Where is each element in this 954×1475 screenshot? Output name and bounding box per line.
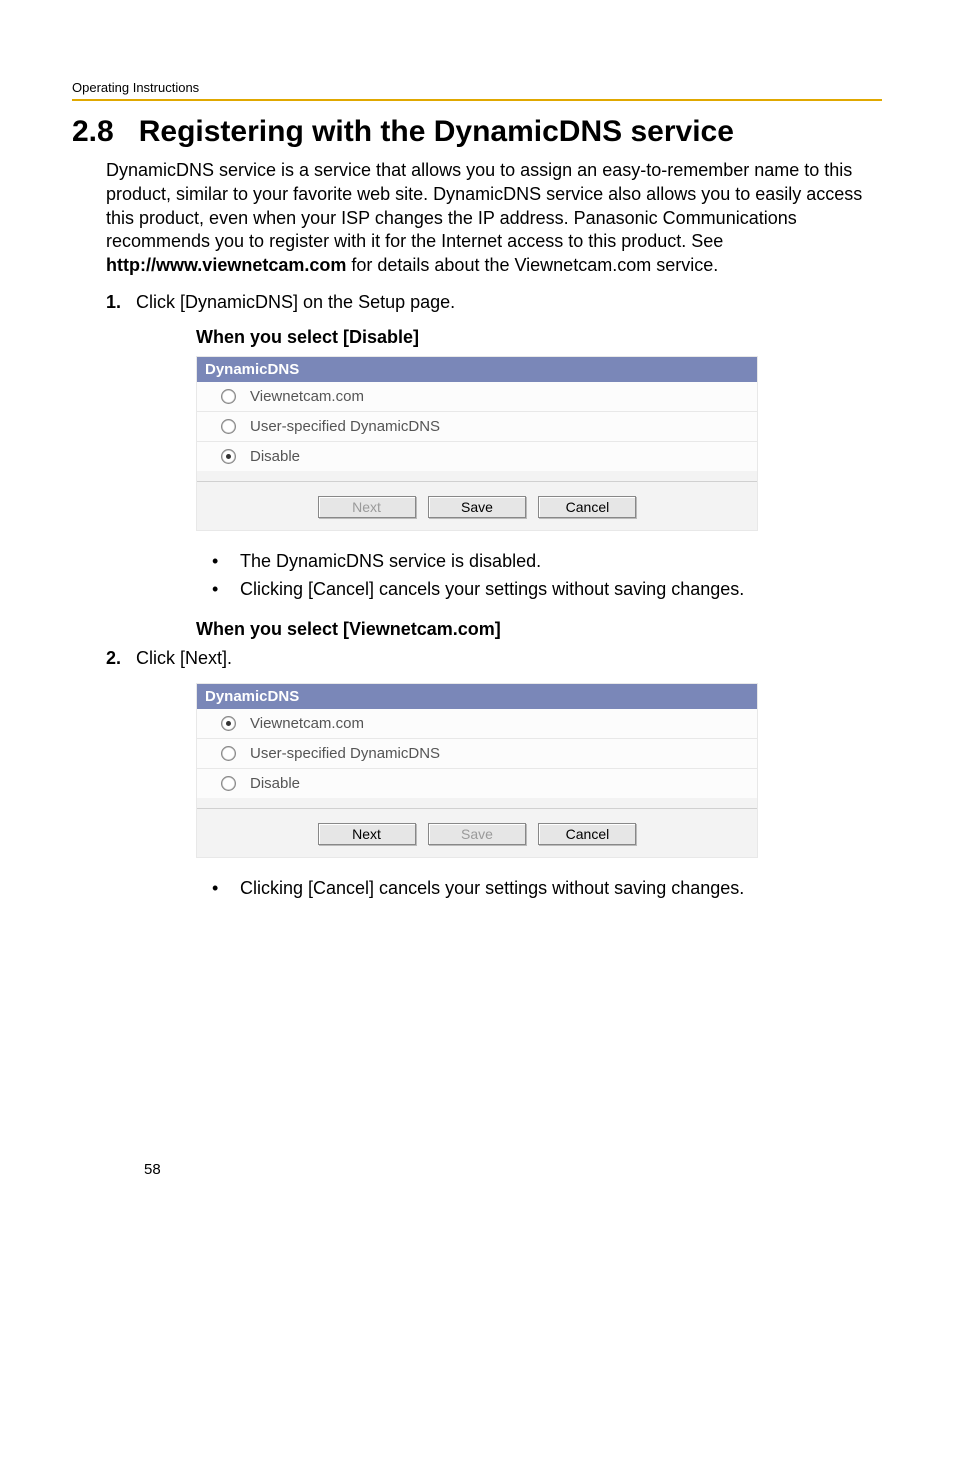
option-disable[interactable]: Disable xyxy=(197,769,757,798)
panel-title: DynamicDNS xyxy=(197,684,757,709)
option-label: Viewnetcam.com xyxy=(250,388,364,405)
subhead-disable: When you select [Disable] xyxy=(196,327,882,348)
section-heading: 2.8 Registering with the DynamicDNS serv… xyxy=(72,115,882,149)
intro-paragraph: DynamicDNS service is a service that all… xyxy=(106,159,882,278)
next-button[interactable]: Next xyxy=(318,823,416,845)
option-user-specified[interactable]: User-specified DynamicDNS xyxy=(197,739,757,769)
step-2-number: 2. xyxy=(106,648,136,669)
running-head: Operating Instructions xyxy=(72,80,882,101)
section-title-text: Registering with the DynamicDNS service xyxy=(139,115,734,148)
intro-text-before: DynamicDNS service is a service that all… xyxy=(106,160,862,251)
button-row: Next Save Cancel xyxy=(197,492,757,518)
option-label: User-specified DynamicDNS xyxy=(250,745,440,762)
bullet-item: Clicking [Cancel] cancels your settings … xyxy=(202,876,882,900)
dynamicdns-panel-disable: DynamicDNS Viewnetcam.com User-specified… xyxy=(196,356,758,531)
bullet-item: The DynamicDNS service is disabled. xyxy=(202,549,882,573)
radio-icon xyxy=(221,776,236,791)
radio-icon xyxy=(221,746,236,761)
option-label: User-specified DynamicDNS xyxy=(250,418,440,435)
option-viewnetcam[interactable]: Viewnetcam.com xyxy=(197,382,757,412)
step-1-number: 1. xyxy=(106,292,136,313)
bullets-disable: The DynamicDNS service is disabled. Clic… xyxy=(202,549,882,602)
bullets-viewnetcam: Clicking [Cancel] cancels your settings … xyxy=(202,876,882,900)
subhead-viewnetcam: When you select [Viewnetcam.com] xyxy=(196,619,882,640)
panel-title: DynamicDNS xyxy=(197,357,757,382)
option-label: Disable xyxy=(250,775,300,792)
intro-url: http://www.viewnetcam.com xyxy=(106,255,346,275)
step-2-text: Click [Next]. xyxy=(136,648,882,669)
save-button: Save xyxy=(428,823,526,845)
cancel-button[interactable]: Cancel xyxy=(538,496,636,518)
radio-icon xyxy=(221,389,236,404)
option-viewnetcam[interactable]: Viewnetcam.com xyxy=(197,709,757,739)
step-1: 1. Click [DynamicDNS] on the Setup page. xyxy=(106,292,882,313)
radio-icon xyxy=(221,716,236,731)
intro-text-after: for details about the Viewnetcam.com ser… xyxy=(346,255,718,275)
option-disable[interactable]: Disable xyxy=(197,442,757,471)
option-label: Viewnetcam.com xyxy=(250,715,364,732)
section-number: 2.8 xyxy=(72,115,114,148)
option-user-specified[interactable]: User-specified DynamicDNS xyxy=(197,412,757,442)
page-number: 58 xyxy=(144,1161,161,1178)
bullet-item: Clicking [Cancel] cancels your settings … xyxy=(202,577,882,601)
radio-icon xyxy=(221,419,236,434)
cancel-button[interactable]: Cancel xyxy=(538,823,636,845)
button-row: Next Save Cancel xyxy=(197,819,757,845)
step-1-text: Click [DynamicDNS] on the Setup page. xyxy=(136,292,882,313)
radio-icon xyxy=(221,449,236,464)
dynamicdns-panel-viewnetcam: DynamicDNS Viewnetcam.com User-specified… xyxy=(196,683,758,858)
next-button: Next xyxy=(318,496,416,518)
save-button[interactable]: Save xyxy=(428,496,526,518)
step-2: 2. Click [Next]. xyxy=(106,648,882,669)
option-label: Disable xyxy=(250,448,300,465)
